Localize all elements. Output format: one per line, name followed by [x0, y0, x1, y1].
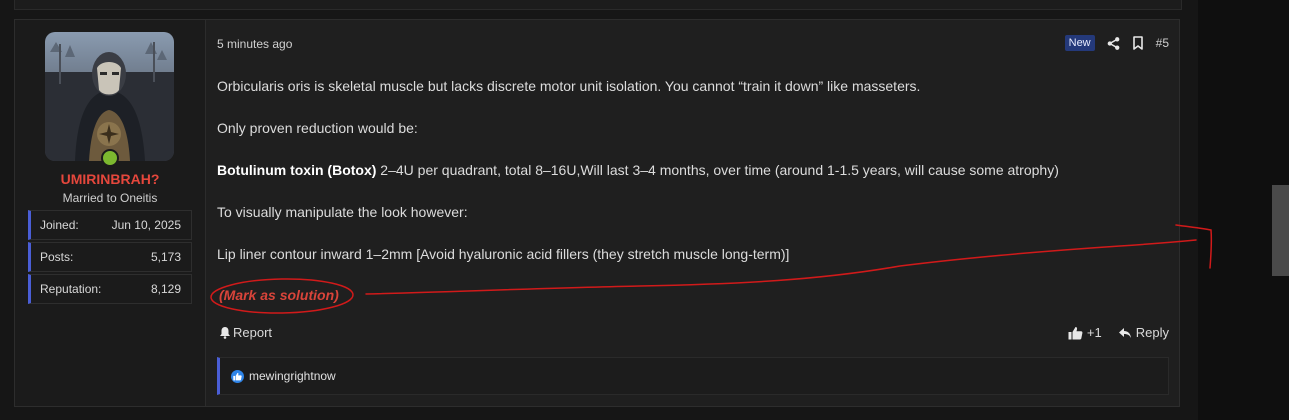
stat-posts: Posts: 5,173 [28, 242, 192, 272]
like-button[interactable]: +1 [1068, 325, 1102, 340]
user-info-panel: UMIRINBRAH? Married to Oneitis Joined: J… [15, 20, 206, 406]
post-number-link[interactable]: #5 [1156, 36, 1169, 50]
post-header-actions: New #5 [1064, 34, 1169, 52]
online-status-indicator [101, 149, 119, 167]
stat-reputation: Reputation: 8,129 [28, 274, 192, 304]
reactions-bar[interactable]: mewingrightnow [217, 357, 1169, 395]
reaction-users[interactable]: mewingrightnow [249, 369, 336, 383]
body-paragraph: Only proven reduction would be: [217, 120, 418, 136]
stat-value: 5,173 [150, 250, 181, 264]
user-title: Married to Oneitis [62, 191, 158, 205]
post-actions: Report +1 Reply [217, 325, 1169, 343]
previous-post-edge [14, 0, 1182, 10]
post-actions-right: +1 Reply [1068, 325, 1169, 340]
report-button[interactable]: Report [219, 325, 272, 340]
report-label: Report [233, 325, 273, 340]
body-text-span: 2–4U per quadrant, total 8–16U,Will last… [376, 162, 1059, 178]
stat-joined: Joined: Jun 10, 2025 [28, 210, 192, 240]
reply-label: Reply [1135, 325, 1169, 340]
user-stats: Joined: Jun 10, 2025 Posts: 5,173 Reputa… [28, 210, 192, 306]
like-reaction-icon [231, 369, 244, 383]
body-paragraph: Botulinum toxin (Botox) 2–4U per quadran… [217, 162, 1059, 178]
avatar[interactable] [45, 32, 174, 161]
username[interactable]: UMIRINBRAH? [15, 171, 205, 187]
body-paragraph: Orbicularis oris is skeletal muscle but … [217, 78, 921, 94]
reply-icon [1118, 327, 1132, 339]
bell-icon [219, 326, 231, 339]
bookmark-icon[interactable] [1132, 36, 1144, 50]
stat-label: Posts: [40, 250, 74, 264]
stat-label: Joined: [40, 218, 79, 232]
thumbs-up-icon [1068, 326, 1083, 340]
share-icon[interactable] [1107, 36, 1120, 50]
stat-value: 8,129 [150, 282, 181, 296]
post-content: 5 minutes ago New #5 Orbicularis oris is… [217, 20, 1169, 406]
bold-text: Botulinum toxin (Botox) [217, 162, 377, 178]
stat-label: Reputation: [40, 282, 102, 296]
forum-post: UMIRINBRAH? Married to Oneitis Joined: J… [14, 19, 1180, 407]
like-count: +1 [1086, 325, 1102, 340]
post-timestamp[interactable]: 5 minutes ago [217, 37, 292, 51]
scrollbar-thumb[interactable] [1272, 185, 1289, 276]
new-badge: New [1064, 35, 1095, 51]
reply-button[interactable]: Reply [1118, 325, 1169, 340]
stat-value: Jun 10, 2025 [111, 218, 181, 232]
body-paragraph: To visually manipulate the look however: [217, 204, 468, 220]
body-paragraph: Lip liner contour inward 1–2mm [Avoid hy… [217, 246, 790, 262]
mark-as-solution-link[interactable]: (Mark as solution) [219, 287, 339, 303]
